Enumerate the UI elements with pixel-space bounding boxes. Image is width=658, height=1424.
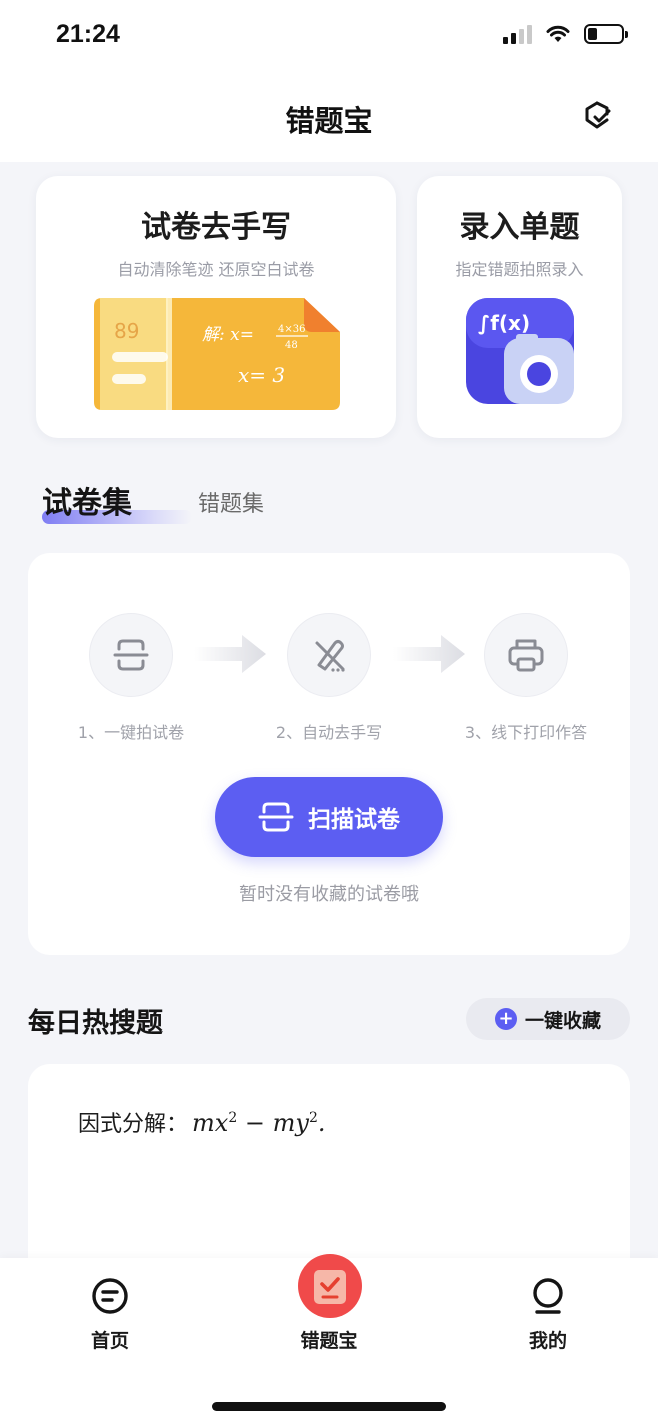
scan-icon <box>258 802 294 832</box>
status-icons <box>503 24 628 44</box>
page-title: 错题宝 <box>285 104 373 138</box>
tab-exam-collection[interactable]: 试卷集 <box>42 478 132 522</box>
exam-fraction-numerator: 4×36 <box>278 324 305 335</box>
formula-text: ∫f(x) <box>478 311 530 335</box>
scan-exam-button[interactable]: 扫描试卷 <box>215 777 443 857</box>
step-print-circle <box>484 613 568 697</box>
home-chat-icon <box>92 1278 128 1314</box>
question-prefix: 因式分解： <box>78 1112 189 1137</box>
collect-button-label: 一键收藏 <box>524 1009 601 1032</box>
status-bar: 21:24 <box>0 0 658 70</box>
home-indicator <box>212 1402 446 1411</box>
tab-mistake-collection[interactable]: 错题集 <box>198 486 264 518</box>
mistake-book-badge[interactable] <box>298 1254 362 1318</box>
step-3-label: 3、线下打印作答 <box>464 723 588 742</box>
eraser-pen-icon <box>315 640 345 672</box>
exam-steps-card: 1、一键拍试卷 2、自动去手写 3、线下打印作答 扫描试卷 暂时没有收藏的试卷哦 <box>28 553 630 955</box>
tabbar-item-profile[interactable]: 我的 <box>488 1276 608 1353</box>
status-time: 21:24 <box>56 20 120 48</box>
collection-tabs: 试卷集 错题集 <box>42 478 442 528</box>
one-click-collect-button[interactable]: + 一键收藏 <box>466 998 630 1040</box>
plus-icon: + <box>494 1008 517 1030</box>
single-card-title: 录入单题 <box>459 210 580 245</box>
formula-minus: − <box>237 1109 273 1137</box>
tabbar-item-mistake-book[interactable]: 错题宝 <box>269 1320 389 1353</box>
single-question-entry-card[interactable]: 录入单题 指定错题拍照录入 ∫f(x) <box>417 176 622 438</box>
step-scan-circle <box>89 613 173 697</box>
daily-hot-title: 每日热搜题 <box>28 1008 163 1039</box>
exam-sheet-text: 解: x= <box>202 325 254 345</box>
formula-period: . <box>317 1109 326 1137</box>
step-print-offline: 3、线下打印作答 <box>436 613 616 743</box>
scan-icon <box>113 639 149 671</box>
shield-check-icon[interactable] <box>582 100 612 130</box>
question-text: 因式分解： mx2 − my2. <box>78 1106 326 1138</box>
exam-card-title: 试卷去手写 <box>141 210 291 245</box>
step-2-label: 2、自动去手写 <box>275 723 383 742</box>
scan-exam-button-label: 扫描试卷 <box>308 806 400 832</box>
empty-exam-hint: 暂时没有收藏的试卷哦 <box>239 884 419 905</box>
camera-formula-icon: ∫f(x) <box>466 298 574 404</box>
tabbar-label-mistake-book: 错题宝 <box>300 1330 358 1352</box>
printer-icon <box>508 639 544 672</box>
step-1-label: 1、一键拍试卷 <box>77 723 185 742</box>
exam-answer: x= 3 <box>238 363 285 387</box>
step-remove-handwriting: 2、自动去手写 <box>239 613 419 743</box>
checklist-icon <box>314 1270 346 1304</box>
cellular-signal-icon <box>503 24 532 44</box>
tabbar-item-home[interactable]: 首页 <box>50 1276 170 1353</box>
exam-card-subtitle: 自动清除笔迹 还原空白试卷 <box>117 260 315 279</box>
tabbar-label-home: 首页 <box>90 1330 129 1352</box>
wifi-icon <box>546 25 570 42</box>
formula-exponent-2: 2 <box>308 1110 318 1126</box>
question-formula: mx2 − my2. <box>192 1109 325 1137</box>
exam-remove-handwriting-card[interactable]: 试卷去手写 自动清除笔迹 还原空白试卷 89 解: x= 4×36 48 x= … <box>36 176 396 438</box>
single-card-subtitle: 指定错题拍照录入 <box>455 260 584 279</box>
tab-exam-collection-label: 试卷集 <box>42 486 132 521</box>
tabbar-label-profile: 我的 <box>528 1330 567 1352</box>
exam-sheet-illustration: 89 解: x= 4×36 48 x= 3 <box>94 298 340 410</box>
battery-icon <box>584 24 628 44</box>
step-remove-circle <box>287 613 371 697</box>
exam-fraction-denominator: 48 <box>285 340 298 351</box>
navigation-bar: 错题宝 <box>0 70 658 162</box>
formula-term-2: my <box>272 1109 309 1137</box>
formula-exponent-1: 2 <box>228 1110 238 1126</box>
profile-icon <box>533 1278 563 1314</box>
formula-term-1: mx <box>192 1109 229 1137</box>
feature-cards: 试卷去手写 自动清除笔迹 还原空白试卷 89 解: x= 4×36 48 x= … <box>36 176 622 438</box>
exam-corner-number: 89 <box>114 319 139 343</box>
